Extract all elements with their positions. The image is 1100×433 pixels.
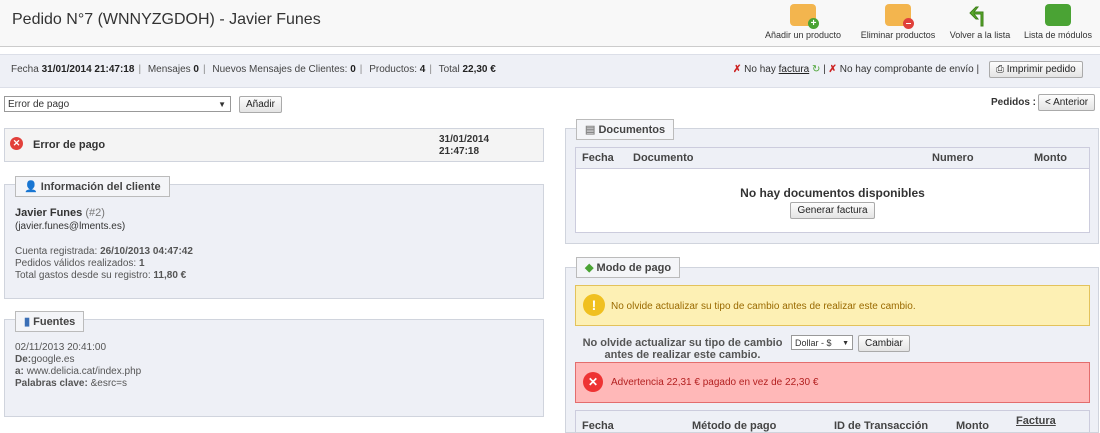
folder-remove-icon: –: [885, 4, 914, 29]
date-value: 31/01/2014 21:47:18: [41, 64, 135, 75]
no-documents-text: No hay documentos disponibles: [740, 186, 925, 200]
chart-icon: ▮: [24, 316, 31, 328]
previous-order-button[interactable]: < Anterior: [1038, 94, 1096, 111]
print-order-button[interactable]: ⎙ Imprimir pedido: [989, 61, 1083, 78]
no-delivery-slip-text: No hay comprobante de envío: [839, 64, 974, 75]
products-value: 4: [419, 64, 426, 75]
status-history-time: 21:47:18: [439, 146, 480, 157]
dropdown-arrow-icon: ▼: [842, 340, 849, 347]
back-to-list-button[interactable]: Volver a la lista: [945, 4, 1015, 40]
customer-name: Javier Funes: [15, 207, 83, 219]
order-summary: Fecha 31/01/2014 21:47:18 | Mensajes 0 | N…: [11, 64, 496, 75]
order-status-value: Error de pago: [8, 99, 70, 110]
order-status-select[interactable]: Error de pago ▼: [4, 96, 231, 112]
dropdown-arrow-icon: ▼: [218, 100, 226, 109]
module-list-label: Lista de módulos: [1023, 30, 1093, 40]
orders-nav-label: Pedidos :: [991, 97, 1037, 108]
payment-legend: ◆ Modo de pago: [576, 257, 681, 278]
status-history-label: Error de pago: [33, 139, 106, 151]
warning-icon: !: [583, 294, 605, 316]
change-currency-button[interactable]: Cambiar: [858, 335, 910, 352]
no-invoice-text: No hay: [744, 64, 776, 75]
no-invoice-icon: ✗: [733, 64, 742, 75]
new-messages-value: 0: [350, 64, 356, 75]
total-value: 22,30 €: [462, 64, 496, 75]
products-label: Productos:: [369, 64, 417, 75]
document-icon: ▤: [585, 124, 596, 136]
back-arrow-icon: [969, 6, 984, 27]
remove-products-button[interactable]: – Eliminar productos: [855, 4, 941, 40]
currency-change-label: No olvide actualizar su tipo de cambio a…: [582, 337, 783, 361]
col-payment-date: Fecha: [582, 420, 614, 432]
page-title: Pedido N°7 (WNNYZGDOH) - Javier Funes: [12, 11, 321, 28]
add-status-button[interactable]: Añadir: [239, 96, 282, 113]
generate-invoice-button[interactable]: Generar factura: [790, 202, 875, 219]
customer-info-legend: 👤 Información del cliente: [15, 176, 170, 197]
col-monto: Monto: [1034, 152, 1067, 164]
col-transaction-id: ID de Transacción: [834, 420, 929, 432]
error-text: Advertencia 22,31 € pagado en vez de 22,…: [611, 377, 819, 388]
folder-add-icon: +: [790, 4, 819, 29]
documents-table: Fecha Documento Numero Monto No hay docu…: [575, 147, 1090, 233]
currency-value: Dollar - $: [795, 338, 832, 348]
col-fecha: Fecha: [582, 152, 614, 164]
currency-select[interactable]: Dollar - $ ▼: [791, 335, 853, 350]
col-numero: Numero: [932, 152, 974, 164]
puzzle-icon: [1045, 4, 1071, 26]
warning-text: No olvide actualizar su tipo de cambio a…: [611, 301, 916, 312]
print-order-label: Imprimir pedido: [1006, 64, 1076, 75]
no-delivery-icon: ✗: [828, 64, 837, 75]
exchange-rate-warning: ! No olvide actualizar su tipo de cambio…: [575, 285, 1090, 326]
module-list-button[interactable]: Lista de módulos: [1020, 4, 1096, 40]
status-history-date: 31/01/2014: [439, 134, 490, 145]
customer-stats: Cuenta registrada: 26/10/2013 04:47:42 P…: [15, 246, 193, 281]
invoice-link[interactable]: factura: [779, 64, 810, 75]
error-icon: ✕: [583, 372, 603, 392]
printer-icon: ⎙: [996, 64, 1004, 75]
remove-products-label: Eliminar productos: [860, 30, 936, 40]
error-status-icon: ✕: [10, 137, 23, 150]
customer-name-line: Javier Funes (#2): [15, 207, 105, 219]
messages-value: 0: [193, 64, 199, 75]
col-invoice: Factura: [1016, 415, 1056, 427]
col-documento: Documento: [633, 152, 694, 164]
add-product-button[interactable]: + Añadir un producto: [762, 4, 844, 40]
documents-legend: ▤ Documentos: [576, 119, 675, 140]
add-product-label: Añadir un producto: [764, 30, 842, 40]
sources-details: 02/11/2013 20:41:00 De:google.es a: www.…: [15, 342, 142, 389]
messages-label: Mensajes: [147, 64, 191, 75]
customer-email: (javier.funes@lments.es): [15, 221, 126, 232]
source-datetime: 02/11/2013 20:41:00: [15, 342, 107, 353]
documents-header-row: Fecha Documento Numero Monto: [576, 148, 1089, 169]
new-messages-label: Nuevos Mensajes de Clientes:: [212, 64, 348, 75]
refresh-icon[interactable]: ↻: [812, 64, 820, 75]
payment-icon: ◆: [585, 262, 594, 274]
payments-table-header: Fecha Método de pago ID de Transacción M…: [575, 410, 1090, 432]
payment-error-alert: ✕ Advertencia 22,31 € pagado en vez de 2…: [575, 362, 1090, 403]
col-payment-amount: Monto: [956, 420, 989, 432]
col-payment-method: Método de pago: [692, 420, 777, 432]
back-to-list-label: Volver a la lista: [949, 30, 1011, 40]
invoice-status: ✗ No hay factura ↻ | ✗ No hay comprobant…: [733, 64, 980, 75]
date-label: Fecha: [11, 64, 39, 75]
user-icon: 👤: [24, 181, 38, 193]
customer-id: (#2): [85, 207, 105, 219]
total-label: Total: [438, 64, 460, 75]
sources-legend: ▮ Fuentes: [15, 311, 85, 332]
